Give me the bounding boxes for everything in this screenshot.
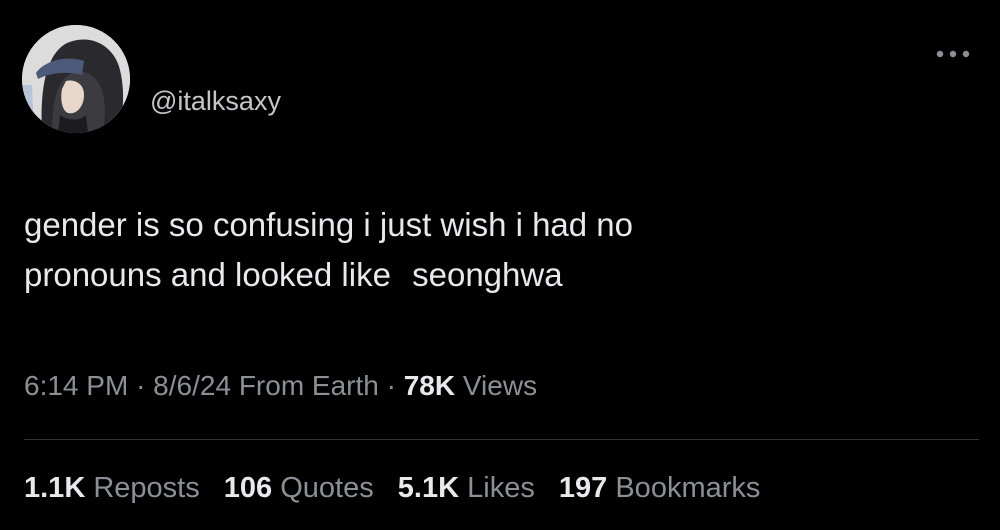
tweet-text-line-1: gender is so confusing i just wish i had… bbox=[24, 206, 634, 243]
user-handle[interactable]: @italksaxy bbox=[150, 86, 281, 117]
meta-separator-2: · bbox=[386, 370, 396, 401]
tweet-metadata: 6:14 PM · 8/6/24 From Earth · 78K Views bbox=[24, 370, 537, 402]
more-options-icon[interactable] bbox=[930, 36, 976, 72]
tweet-text-line-2: pronouns and looked like seonghwa bbox=[24, 250, 964, 300]
likes-stat[interactable]: 5.1K Likes bbox=[398, 472, 535, 504]
bookmarks-count: 197 bbox=[558, 472, 608, 504]
user-avatar-icon bbox=[22, 25, 130, 133]
likes-count: 5.1K bbox=[397, 472, 460, 504]
bookmarks-stat[interactable]: 197 Bookmarks bbox=[559, 472, 761, 504]
tweet-text-line-2-part-2: seonghwa bbox=[412, 256, 563, 293]
tweet-source: From Earth bbox=[238, 370, 379, 401]
quotes-count: 106 bbox=[223, 472, 273, 504]
ellipsis-icon bbox=[936, 50, 970, 58]
reposts-stat[interactable]: 1.1K Reposts bbox=[24, 472, 200, 504]
meta-separator-1: · bbox=[136, 370, 146, 401]
bookmarks-label: Bookmarks bbox=[615, 472, 761, 504]
views-label: Views bbox=[462, 370, 538, 401]
tweet-date[interactable]: 8/6/24 bbox=[153, 370, 231, 401]
tweet-text: gender is so confusing i just wish i had… bbox=[24, 200, 964, 300]
likes-label: Likes bbox=[467, 472, 535, 504]
tweet-views[interactable]: 78K Views bbox=[404, 370, 537, 401]
divider bbox=[24, 439, 979, 440]
tweet-text-line-2-part-1: pronouns and looked like bbox=[24, 256, 391, 293]
quotes-label: Quotes bbox=[280, 472, 374, 504]
tweet-time[interactable]: 6:14 PM bbox=[24, 370, 128, 401]
views-count: 78K bbox=[403, 370, 456, 401]
reposts-label: Reposts bbox=[93, 472, 200, 504]
avatar[interactable] bbox=[22, 25, 130, 133]
reposts-count: 1.1K bbox=[24, 472, 86, 504]
quotes-stat[interactable]: 106 Quotes bbox=[224, 472, 374, 504]
engagement-stats: 1.1K Reposts 106 Quotes 5.1K Likes 197 B… bbox=[24, 472, 760, 505]
